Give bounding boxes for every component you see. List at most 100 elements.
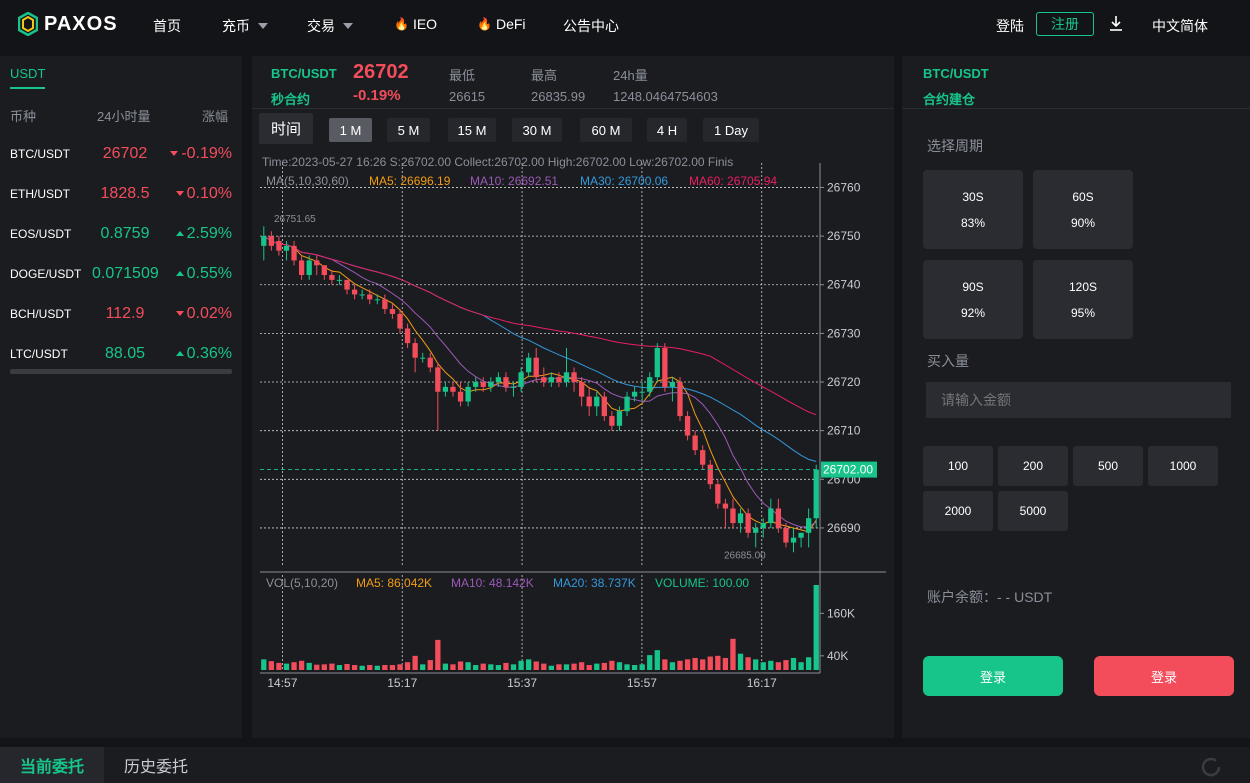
candle-body: [336, 279, 343, 281]
y-tick-label: 26760: [827, 180, 861, 194]
login-link[interactable]: 登陆: [996, 16, 1024, 36]
timeframe-button[interactable]: 60 M: [580, 118, 632, 142]
app-root: PAXOS 首页 充币 交易 🔥 IEO 🔥 DeFi 公告中心 登陆 注册 中文简…: [0, 0, 1250, 783]
nav-trade[interactable]: 交易: [307, 16, 353, 36]
market-price: 0.071509: [92, 265, 159, 282]
download-icon[interactable]: [1109, 15, 1123, 31]
y-tick-label: 26720: [827, 375, 861, 389]
volume-bar: [389, 665, 396, 670]
ticker-divider: [252, 108, 894, 109]
ticker-price: 26702: [353, 61, 409, 83]
volume-bar: [806, 657, 812, 670]
market-row[interactable]: BCH/USDT 112.9 0.02%: [10, 294, 232, 334]
order-panel: BTC/USDT 合约建仓 选择周期 买入量 账户余额：- - USDT: [902, 56, 1250, 738]
volume-bar: [624, 664, 630, 670]
nav-home[interactable]: 首页: [153, 16, 181, 36]
volume-bar: [420, 664, 426, 670]
candle-body: [427, 357, 433, 368]
timeframe-time-button[interactable]: 时间: [259, 113, 313, 144]
y-tick-label: 26690: [827, 521, 861, 535]
candle-body: [480, 382, 486, 387]
amount-option[interactable]: 5000: [998, 491, 1068, 531]
candle-body: [359, 294, 365, 296]
timeframe-button[interactable]: 1 Day: [703, 118, 759, 142]
volume-bar: [578, 662, 585, 670]
candle-body: [624, 396, 630, 412]
vol-ma5-legend: MA5: 86.042K: [356, 576, 432, 590]
market-row[interactable]: EOS/USDT 0.8759 2.59%: [10, 214, 232, 254]
amount-label: 买入量: [927, 353, 969, 369]
buy-down-button[interactable]: 登录: [1094, 656, 1234, 696]
market-row[interactable]: LTC/USDT 88.05 0.36%: [10, 334, 232, 374]
candle-body: [526, 357, 532, 373]
volume-bar: [707, 656, 713, 670]
buy-up-button[interactable]: 登录: [923, 656, 1063, 696]
volume-bar: [404, 662, 411, 670]
nav-deposit[interactable]: 充币: [222, 16, 268, 36]
period-option[interactable]: 120S 95%: [1033, 260, 1133, 339]
amount-option[interactable]: 1000: [1148, 446, 1218, 486]
candle-body: [382, 299, 388, 310]
tab-current-orders[interactable]: 当前委托: [0, 747, 104, 783]
max-price-marker: 26751.65: [274, 214, 316, 225]
volume-bar: [594, 663, 600, 670]
balance-text: 账户余额：- - USDT: [927, 589, 1053, 605]
amount-option[interactable]: 100: [923, 446, 993, 486]
timeframe-button[interactable]: 4 H: [647, 118, 687, 142]
brand-logo[interactable]: PAXOS: [18, 12, 118, 36]
market-row[interactable]: BTC/USDT 26702 -0.19%: [10, 134, 232, 174]
market-tab-usdt[interactable]: USDT: [10, 66, 46, 89]
top-nav: PAXOS 首页 充币 交易 🔥 IEO 🔥 DeFi 公告中心 登陆 注册 中文简…: [0, 0, 1250, 48]
amount-option[interactable]: 500: [1073, 446, 1143, 486]
market-scrollbar[interactable]: [10, 369, 232, 374]
period-time: 120S: [1068, 279, 1098, 294]
candle-body: [669, 382, 676, 387]
timeframe-button[interactable]: 30 M: [512, 118, 562, 142]
candle-body: [306, 260, 312, 276]
amount-option[interactable]: 200: [998, 446, 1068, 486]
volume-bar: [790, 657, 797, 670]
market-row[interactable]: DOGE/USDT 0.071509 0.55%: [10, 254, 232, 294]
period-option[interactable]: 60S 90%: [1033, 170, 1133, 249]
candle-body: [631, 391, 638, 397]
volume-bar: [276, 662, 282, 670]
volume-bar: [662, 659, 668, 670]
nav-defi[interactable]: 🔥 DeFi: [477, 16, 526, 32]
kline-chart[interactable]: 2676026750267402673026720267102670026690…: [252, 150, 894, 695]
arrow-up-icon: [175, 351, 184, 357]
volume-bar: [526, 659, 532, 670]
register-button-label: 注册: [1051, 16, 1079, 32]
candle-body: [533, 357, 539, 378]
register-button[interactable]: 注册: [1036, 12, 1094, 36]
candle-body: [351, 289, 358, 295]
market-symbol: BCH/USDT: [10, 307, 72, 321]
volume-bar: [798, 662, 804, 670]
volume-bar: [261, 659, 267, 670]
period-option[interactable]: 30S 83%: [923, 170, 1023, 249]
volume-bar: [563, 664, 570, 670]
candle-body: [268, 236, 274, 246]
timeframe-button[interactable]: 15 M: [448, 118, 496, 142]
amount-option[interactable]: 2000: [923, 491, 993, 531]
nav-ieo[interactable]: 🔥 IEO: [394, 16, 437, 32]
market-row[interactable]: ETH/USDT 1828.5 0.10%: [10, 174, 232, 214]
market-change-value: 0.36%: [186, 345, 232, 362]
tab-history-orders[interactable]: 历史委托: [124, 747, 188, 783]
period-option[interactable]: 90S 92%: [923, 260, 1023, 339]
candle-body: [450, 386, 456, 392]
refresh-icon[interactable]: [1200, 756, 1222, 778]
volume-bar: [306, 662, 312, 670]
volume-bar: [321, 664, 327, 670]
order-divider: [902, 108, 1250, 109]
nav-notice[interactable]: 公告中心: [563, 16, 619, 36]
market-panel: USDT 币种 24小时量 涨幅 BTC/USDT 26702 -0.19% ETH/…: [0, 56, 242, 738]
period-label: 选择周期: [927, 138, 983, 154]
amount-input[interactable]: [926, 382, 1231, 418]
vol-legend-label: VOL(5,10,20): [266, 576, 338, 590]
candle-body: [374, 299, 380, 301]
language-select[interactable]: 中文简体: [1152, 16, 1208, 36]
market-symbol: ETH/USDT: [10, 187, 70, 201]
timeframe-button[interactable]: 5 M: [387, 118, 430, 142]
candle-body: [563, 372, 570, 383]
timeframe-button[interactable]: 1 M: [329, 118, 372, 142]
